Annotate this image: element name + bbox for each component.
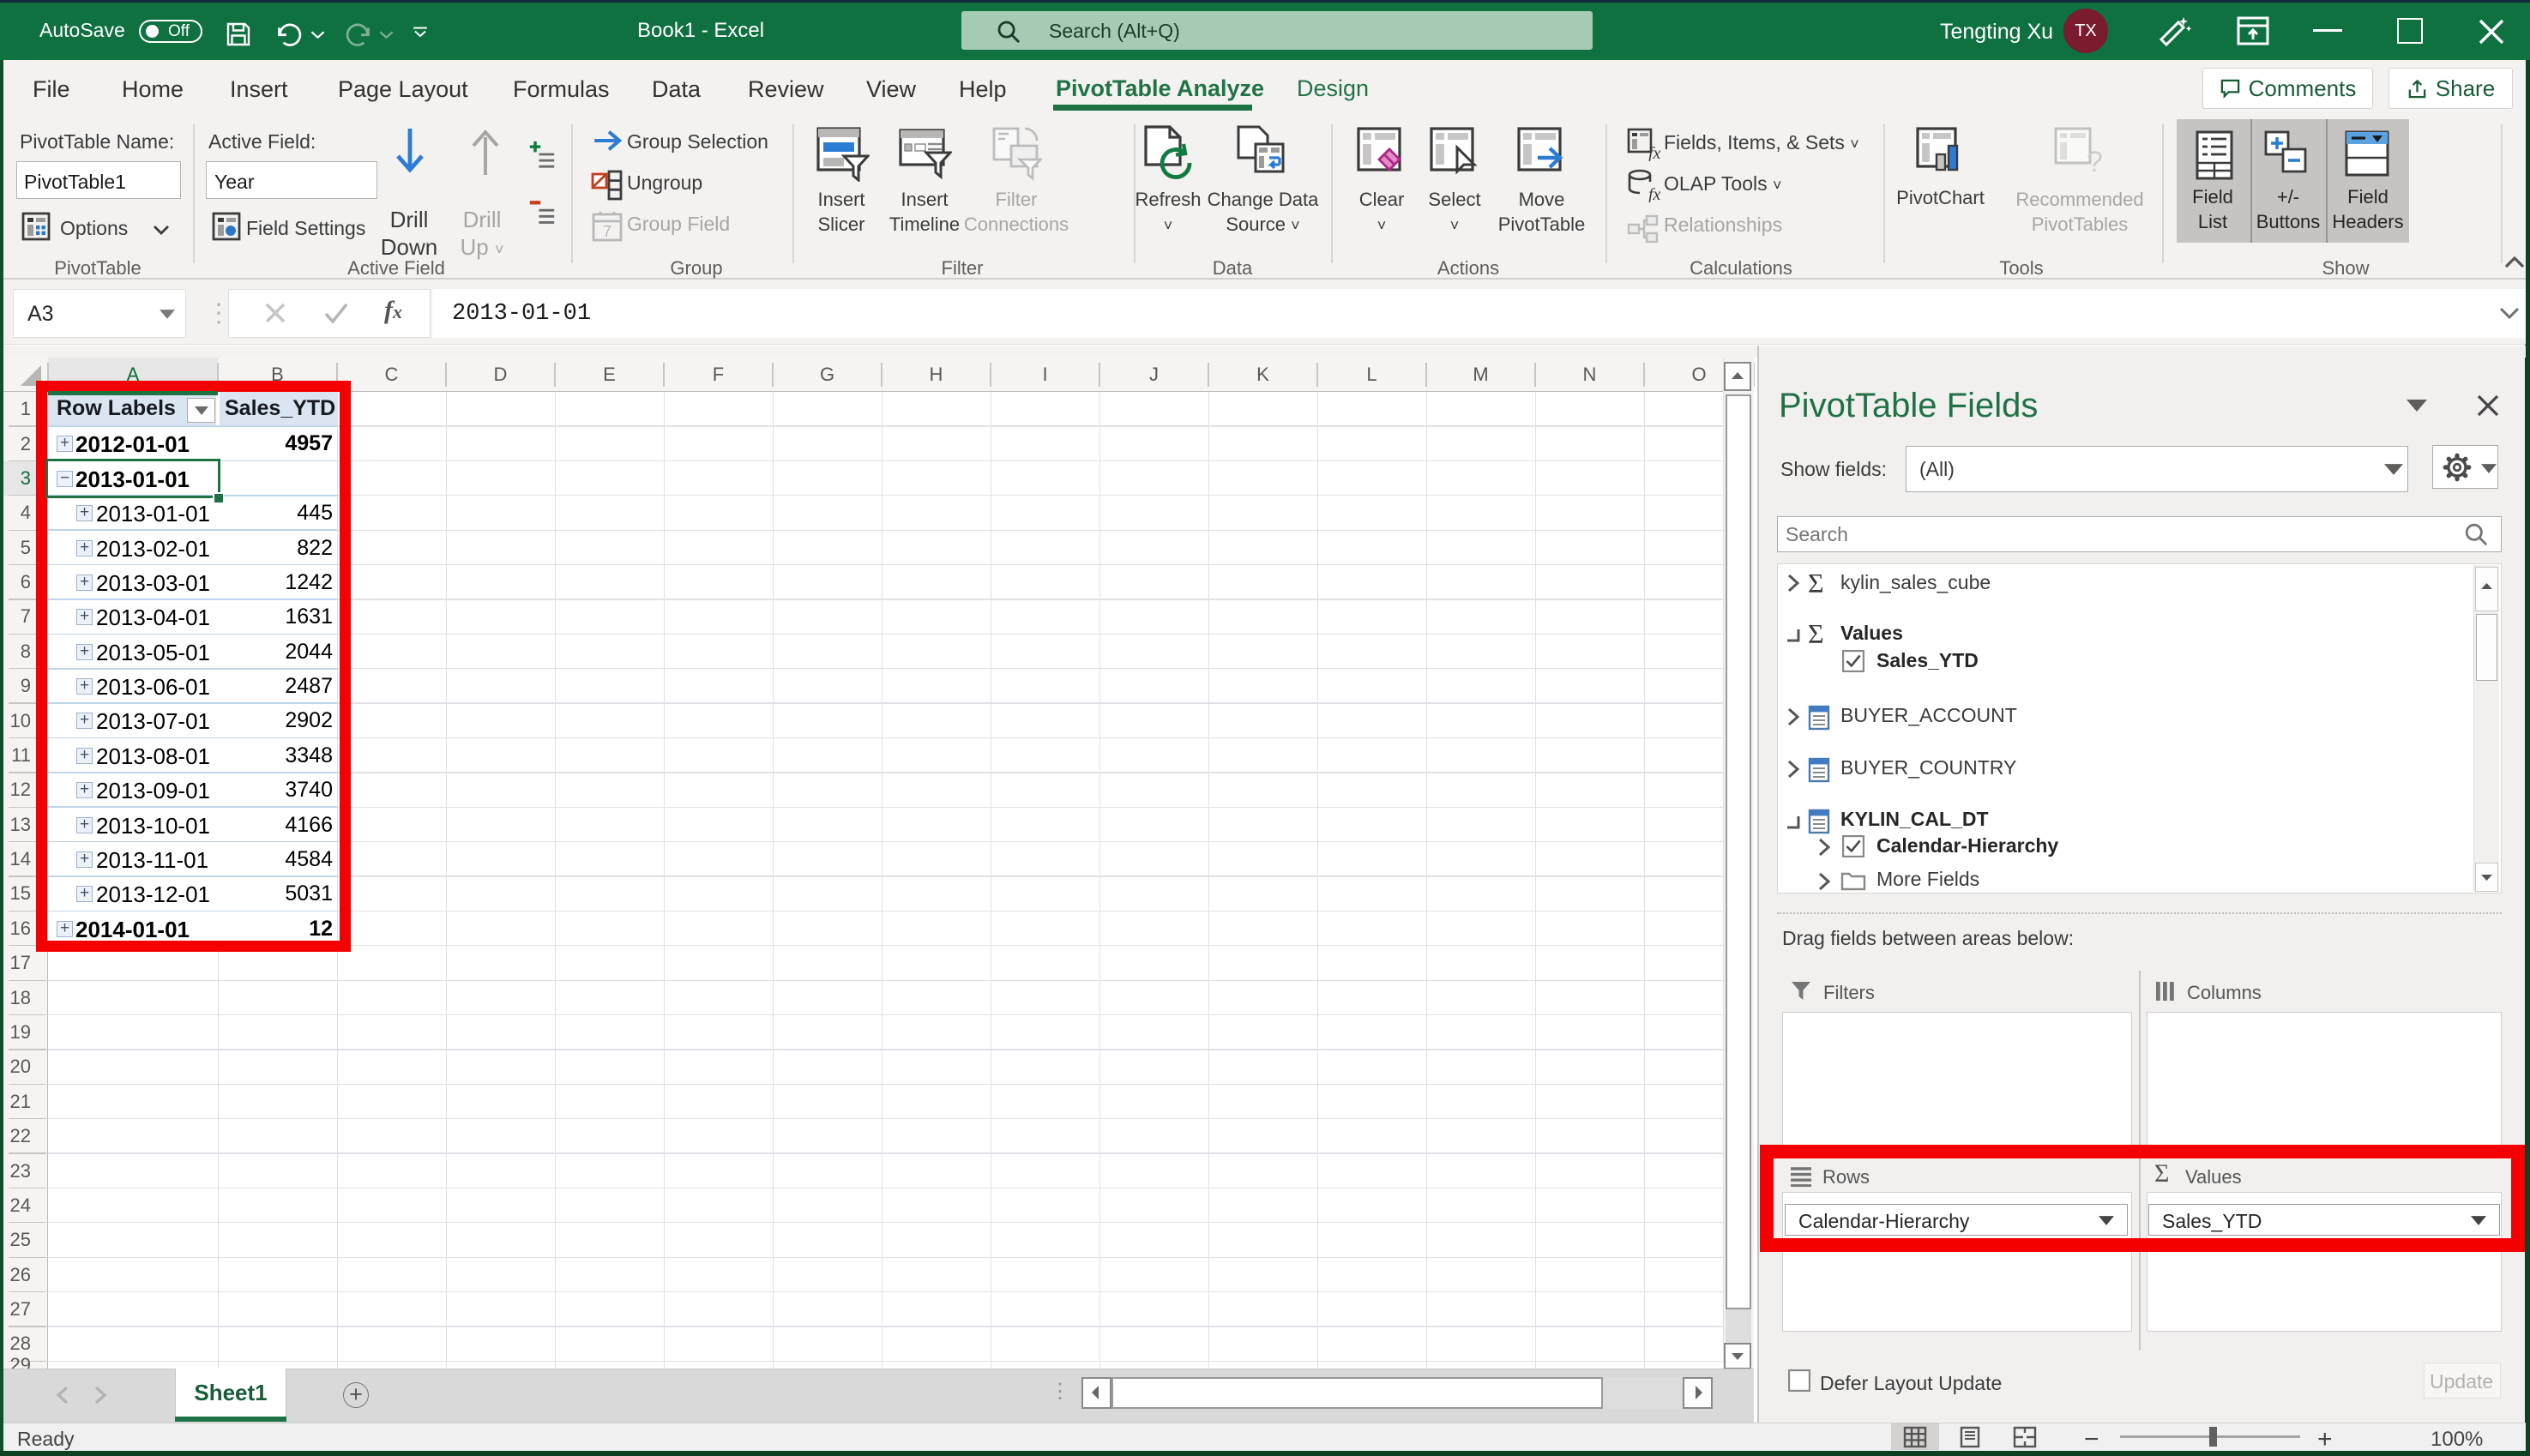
svg-text:7: 7: [603, 223, 611, 240]
svg-text:?: ?: [2087, 146, 2103, 178]
svg-text:fx: fx: [1648, 144, 1660, 161]
svg-text:fx: fx: [1648, 185, 1660, 202]
